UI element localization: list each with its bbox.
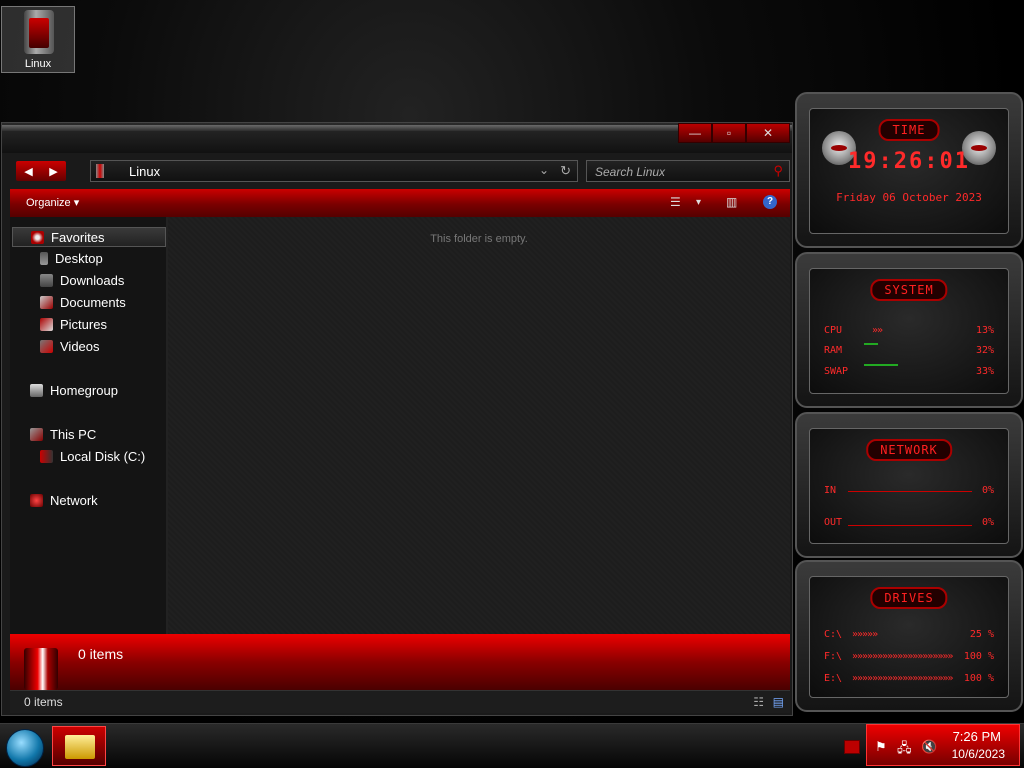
system-gadget[interactable]: SYSTEM CPU »» 13% RAM 32% SWAP 33%: [795, 252, 1023, 408]
network-in-row: IN 0%: [824, 485, 994, 496]
nav-homegroup[interactable]: Homegroup: [30, 381, 118, 401]
close-button[interactable]: ✕: [746, 123, 790, 143]
address-path[interactable]: Linux: [129, 164, 160, 179]
ram-row: RAM 32%: [824, 345, 994, 356]
search-icon[interactable]: ⚲: [773, 163, 783, 179]
explorer-window: — ▫ ✕ ◀ ▶ Linux ⌄ ↻ Search Linux ⚲ Organ…: [1, 122, 793, 716]
help-icon[interactable]: ?: [763, 195, 777, 209]
network-out-graph: [848, 525, 972, 526]
pictures-icon: [40, 318, 53, 331]
details-pane: 0 items: [10, 634, 790, 690]
start-button[interactable]: [6, 729, 44, 767]
nav-local-disk[interactable]: Local Disk (C:): [40, 447, 145, 467]
nav-pictures[interactable]: Pictures: [40, 315, 107, 335]
nav-downloads[interactable]: Downloads: [40, 271, 124, 291]
date-display: Friday 06 October 2023: [836, 191, 982, 204]
title-bar[interactable]: — ▫ ✕: [2, 123, 792, 153]
search-input[interactable]: Search Linux ⚲: [586, 160, 790, 182]
desktop: Linux — ▫ ✕ ◀ ▶ Linux ⌄ ↻ Search Linux ⚲…: [0, 0, 1024, 768]
gadget-title: SYSTEM: [870, 279, 948, 301]
desktop-icon-linux[interactable]: Linux: [1, 6, 75, 73]
videos-icon: [40, 340, 53, 353]
details-item-count: 0 items: [78, 646, 124, 662]
view-options-icon[interactable]: ☰: [670, 195, 681, 209]
back-arrow-icon[interactable]: ◀: [24, 165, 32, 178]
computer-icon: [30, 428, 43, 441]
clock-display: 19:26:01: [848, 149, 970, 174]
desktop-icon: [40, 252, 48, 265]
organize-button[interactable]: Organize ▾: [26, 196, 79, 209]
nav-documents[interactable]: Documents: [40, 293, 126, 313]
content-area: Favorites Desktop Downloads Documents Pi…: [10, 217, 790, 635]
homegroup-icon: [30, 384, 43, 397]
documents-icon: [40, 296, 53, 309]
refresh-icon[interactable]: ↻: [560, 163, 571, 179]
address-bar[interactable]: Linux ⌄ ↻: [90, 160, 578, 182]
network-out-row: OUT 0%: [824, 517, 994, 528]
desktop-icon-label: Linux: [24, 58, 52, 70]
downloads-icon: [40, 274, 53, 287]
chevron-down-icon[interactable]: ⌄: [539, 163, 549, 177]
drive-icon: [40, 450, 53, 463]
show-hidden-icons-button[interactable]: [844, 740, 860, 754]
nav-favorites[interactable]: Favorites: [12, 227, 166, 247]
cpu-row: CPU »» 13%: [824, 325, 994, 336]
nav-videos[interactable]: Videos: [40, 337, 100, 357]
taskbar: ⚑ 🖧 🔇 7:26 PM 10/6/2023: [0, 723, 1024, 768]
details-view-icon[interactable]: ☷: [753, 695, 764, 709]
file-list-pane[interactable]: This folder is empty.: [168, 217, 790, 635]
drive-f-row: F:\ »»»»»»»»»»»»»»»»»»»» 100 %: [824, 651, 994, 662]
folder-large-icon: [24, 648, 58, 690]
taskbar-clock-date[interactable]: 10/6/2023: [952, 747, 1005, 761]
command-bar: Organize ▾ ☰ ▾ ▥ ?: [10, 189, 790, 217]
network-status-icon[interactable]: 🖧: [897, 739, 912, 761]
folder-icon: [65, 735, 95, 759]
navigation-bar: ◀ ▶ Linux ⌄ ↻ Search Linux ⚲: [2, 153, 792, 189]
folder-icon: [24, 10, 54, 54]
volume-muted-icon[interactable]: 🔇: [921, 739, 937, 755]
navigation-pane: Favorites Desktop Downloads Documents Pi…: [10, 217, 168, 635]
nav-desktop[interactable]: Desktop: [40, 249, 103, 269]
back-forward-buttons[interactable]: ◀ ▶: [16, 161, 66, 181]
network-icon: [30, 494, 43, 507]
preview-pane-icon[interactable]: ▥: [726, 195, 737, 209]
taskbar-clock-time[interactable]: 7:26 PM: [953, 729, 1001, 744]
nav-network[interactable]: Network: [30, 491, 98, 511]
taskbar-file-explorer[interactable]: [52, 726, 106, 766]
gadget-title: DRIVES: [870, 587, 948, 609]
swap-row: SWAP 33%: [824, 366, 994, 377]
drive-e-row: E:\ »»»»»»»»»»»»»»»»»»»» 100 %: [824, 673, 994, 684]
search-placeholder: Search Linux: [595, 165, 666, 179]
star-icon: [31, 231, 44, 244]
network-in-graph: [848, 491, 972, 492]
drives-gadget[interactable]: DRIVES C:\ »»»»» 25 % F:\ »»»»»»»»»»»»»»…: [795, 560, 1023, 712]
minimize-button[interactable]: —: [678, 123, 712, 143]
time-gadget[interactable]: TIME 19:26:01 Friday 06 October 2023: [795, 92, 1023, 248]
view-dropdown-icon[interactable]: ▾: [696, 197, 701, 208]
maximize-button[interactable]: ▫: [712, 123, 746, 143]
large-icons-view-icon[interactable]: ▤: [773, 695, 784, 709]
gadget-title: TIME: [878, 119, 940, 141]
drive-c-row: C:\ »»»»» 25 %: [824, 629, 994, 640]
forward-arrow-icon[interactable]: ▶: [49, 165, 57, 178]
network-gadget[interactable]: NETWORK IN 0% OUT 0%: [795, 412, 1023, 558]
folder-icon: [96, 164, 104, 178]
status-bar: 0 items ☷ ▤: [10, 690, 790, 713]
status-item-count: 0 items: [24, 695, 63, 709]
gadget-title: NETWORK: [866, 439, 952, 461]
nav-this-pc[interactable]: This PC: [30, 425, 96, 445]
system-tray: ⚑ 🖧 🔇 7:26 PM 10/6/2023: [866, 724, 1020, 766]
action-center-flag-icon[interactable]: ⚑: [875, 739, 887, 755]
empty-folder-message: This folder is empty.: [430, 233, 528, 245]
